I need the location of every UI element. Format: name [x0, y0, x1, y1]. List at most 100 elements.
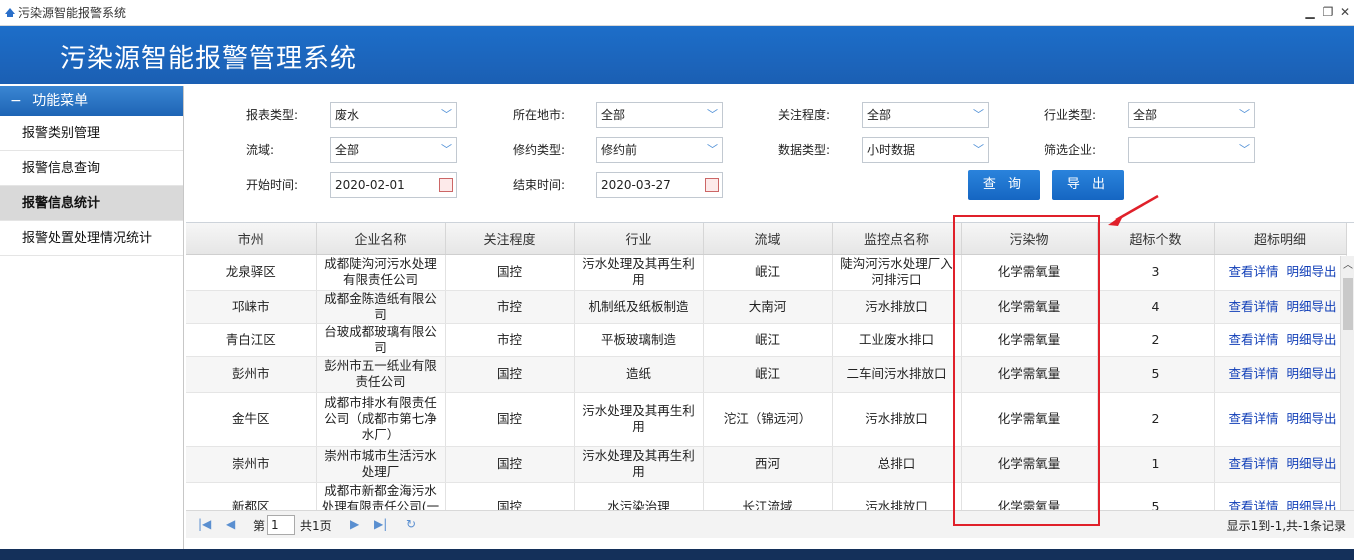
industry-select[interactable]: 全部 ﹀	[1128, 102, 1255, 128]
page-total: 共1页	[300, 519, 332, 533]
point-cell: 工业废水排口	[832, 323, 962, 357]
data-type-select[interactable]: 小时数据 ﹀	[862, 137, 989, 163]
start-time-label: 开始时间:	[246, 178, 299, 192]
calendar-icon[interactable]	[705, 178, 719, 192]
data-type-value: 小时数据	[867, 143, 916, 157]
taskbar	[0, 549, 1354, 560]
data-grid: 市州 企业名称 关注程度 行业 流域 监控点名称 污染物 超标个数 超标明细 龙…	[186, 222, 1354, 542]
view-detail-link[interactable]: 查看详情	[1229, 411, 1279, 426]
view-detail-link[interactable]: 查看详情	[1229, 332, 1279, 347]
column-header[interactable]: 监控点名称	[832, 223, 962, 255]
export-detail-link[interactable]: 明细导出	[1287, 411, 1337, 426]
industry-cell: 造纸	[574, 356, 704, 393]
query-button[interactable]: 查 询	[968, 170, 1040, 200]
report-type-value: 废水	[335, 108, 360, 122]
column-header[interactable]: 流域	[703, 223, 833, 255]
export-detail-link[interactable]: 明细导出	[1287, 366, 1337, 381]
column-header[interactable]: 行业	[574, 223, 704, 255]
table-row: 邛崃市 成都金陈造纸有限公司 市控 机制纸及纸板制造 大南河 污水排放口 化学需…	[186, 290, 1347, 324]
detail-cell: 查看详情 明细导出	[1214, 446, 1347, 483]
table-row: 龙泉驿区 成都陡沟河污水处理有限责任公司 国控 污水处理及其再生利用 岷江 陡沟…	[186, 254, 1347, 291]
count-cell: 4	[1097, 290, 1215, 324]
company-cell: 台玻成都玻璃有限公司	[316, 323, 446, 357]
region-select[interactable]: 全部 ﹀	[596, 102, 723, 128]
detail-cell: 查看详情 明细导出	[1214, 392, 1347, 447]
refresh-icon[interactable]: ↻	[406, 517, 416, 531]
collapse-icon[interactable]: −	[10, 93, 22, 109]
sidebar-item-disposal-statistics[interactable]: 报警处置处理情况统计	[0, 221, 183, 256]
restore-icon[interactable]: ❐	[1320, 3, 1336, 21]
report-type-label: 报表类型:	[246, 108, 299, 122]
industry-cell: 污水处理及其再生利用	[574, 392, 704, 447]
close-icon[interactable]: ✕	[1337, 3, 1353, 21]
view-detail-link[interactable]: 查看详情	[1229, 366, 1279, 381]
window-titlebar: 污染源智能报警系统 ▁ ❐ ✕	[0, 0, 1354, 26]
export-detail-link[interactable]: 明细导出	[1287, 299, 1337, 314]
prev-page-icon[interactable]: ◀	[226, 517, 235, 531]
detail-cell: 查看详情 明细导出	[1214, 356, 1347, 393]
revision-select[interactable]: 修约前 ﹀	[596, 137, 723, 163]
start-time-input[interactable]: 2020-02-01	[330, 172, 457, 198]
end-time-value: 2020-03-27	[601, 178, 671, 192]
count-cell: 3	[1097, 254, 1215, 291]
chevron-down-icon: ﹀	[973, 108, 984, 121]
chevron-down-icon: ﹀	[441, 108, 452, 121]
column-header[interactable]: 超标明细	[1214, 223, 1347, 255]
last-page-icon[interactable]: ▶|	[374, 517, 387, 531]
view-detail-link[interactable]: 查看详情	[1229, 456, 1279, 471]
company-cell: 彭州市五一纸业有限责任公司	[316, 356, 446, 393]
export-detail-link[interactable]: 明细导出	[1287, 332, 1337, 347]
scroll-up-icon[interactable]: ︿	[1341, 256, 1354, 272]
basin-cell: 西河	[703, 446, 833, 483]
end-time-input[interactable]: 2020-03-27	[596, 172, 723, 198]
revision-label: 修约类型:	[513, 143, 566, 157]
vertical-scrollbar[interactable]: ︿ ﹀	[1340, 256, 1354, 534]
system-title: 污染源智能报警管理系统	[60, 44, 358, 74]
basin-cell: 岷江	[703, 356, 833, 393]
first-page-icon[interactable]: |◀	[198, 517, 211, 531]
pollutant-cell: 化学需氧量	[961, 290, 1098, 324]
basin-select[interactable]: 全部 ﹀	[330, 137, 457, 163]
sidebar-item-alarm-query[interactable]: 报警信息查询	[0, 151, 183, 186]
attention-cell: 国控	[445, 254, 575, 291]
attention-cell: 国控	[445, 356, 575, 393]
column-header[interactable]: 关注程度	[445, 223, 575, 255]
menu-header[interactable]: − 功能菜单	[0, 86, 183, 116]
scrollbar-thumb[interactable]	[1343, 278, 1353, 330]
table-header-row: 市州 企业名称 关注程度 行业 流域 监控点名称 污染物 超标个数 超标明细	[186, 223, 1347, 255]
report-type-select[interactable]: 废水 ﹀	[330, 102, 457, 128]
table-row: 青白江区 台玻成都玻璃有限公司 市控 平板玻璃制造 岷江 工业废水排口 化学需氧…	[186, 323, 1347, 357]
basin-label: 流域:	[246, 143, 275, 157]
minimize-icon[interactable]: ▁	[1302, 3, 1318, 21]
industry-cell: 平板玻璃制造	[574, 323, 704, 357]
sidebar-item-alarm-statistics[interactable]: 报警信息统计	[0, 186, 183, 221]
column-header[interactable]: 企业名称	[316, 223, 446, 255]
page-number-input[interactable]: 1	[267, 515, 295, 535]
attention-cell: 市控	[445, 290, 575, 324]
basin-cell: 岷江	[703, 254, 833, 291]
view-detail-link[interactable]: 查看详情	[1229, 264, 1279, 279]
point-cell: 污水排放口	[832, 290, 962, 324]
export-detail-link[interactable]: 明细导出	[1287, 264, 1337, 279]
calendar-icon[interactable]	[439, 178, 453, 192]
count-cell: 2	[1097, 392, 1215, 447]
city-cell: 金牛区	[186, 392, 317, 447]
export-detail-link[interactable]: 明细导出	[1287, 456, 1337, 471]
next-page-icon[interactable]: ▶	[350, 517, 359, 531]
table-row: 金牛区 成都市排水有限责任公司（成都市第七净水厂） 国控 污水处理及其再生利用 …	[186, 392, 1347, 447]
company-filter-select[interactable]: ﹀	[1128, 137, 1255, 163]
start-time-value: 2020-02-01	[335, 178, 405, 192]
column-header[interactable]: 市州	[186, 223, 317, 255]
column-header[interactable]: 污染物	[961, 223, 1098, 255]
main-panel: 报表类型: 废水 ﹀ 所在地市: 全部 ﹀ 关注程度: 全部 ﹀ 行业类型: 全…	[186, 86, 1354, 560]
attention-cell: 国控	[445, 446, 575, 483]
city-cell: 彭州市	[186, 356, 317, 393]
pollutant-cell: 化学需氧量	[961, 356, 1098, 393]
detail-cell: 查看详情 明细导出	[1214, 323, 1347, 357]
attention-select[interactable]: 全部 ﹀	[862, 102, 989, 128]
chevron-down-icon: ﹀	[707, 108, 718, 121]
view-detail-link[interactable]: 查看详情	[1229, 299, 1279, 314]
pollutant-cell: 化学需氧量	[961, 323, 1098, 357]
sidebar-item-alarm-category[interactable]: 报警类别管理	[0, 116, 183, 151]
company-cell: 崇州市城市生活污水处理厂	[316, 446, 446, 483]
